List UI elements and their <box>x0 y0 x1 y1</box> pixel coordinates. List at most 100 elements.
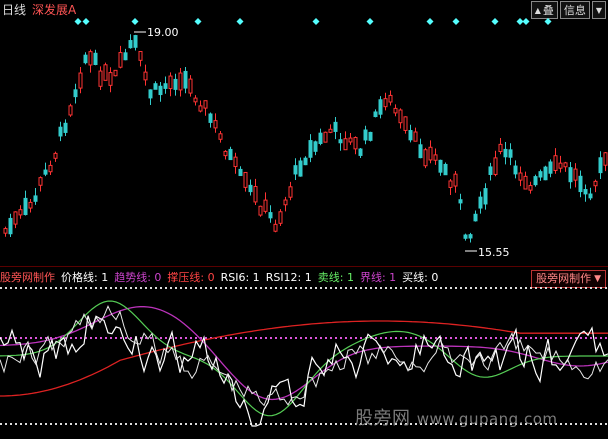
candle <box>403 116 408 134</box>
candle <box>83 52 88 65</box>
low-annotation: 15.55 <box>465 246 510 259</box>
candle <box>188 75 193 97</box>
candle <box>338 132 343 151</box>
watermark-cn: 股旁网 <box>355 408 411 429</box>
candle <box>498 138 503 155</box>
candle <box>598 151 603 180</box>
candle <box>348 133 353 145</box>
candle <box>393 104 398 117</box>
candle <box>468 232 473 243</box>
candle <box>593 179 598 193</box>
signal-diamond <box>544 18 552 25</box>
candle <box>383 92 388 111</box>
candle <box>193 95 198 106</box>
candle <box>233 152 238 174</box>
indicator-legend-item: 价格线: 1 <box>61 271 109 284</box>
candle <box>238 166 243 177</box>
candle <box>518 166 523 187</box>
candle <box>143 64 148 86</box>
candle <box>308 134 313 163</box>
candle <box>268 205 273 223</box>
panel-separator <box>0 266 608 267</box>
candle <box>88 49 93 73</box>
boundary-line <box>0 306 608 401</box>
candle <box>318 128 323 146</box>
candle <box>123 48 128 61</box>
candle <box>13 211 18 229</box>
candle <box>163 76 168 94</box>
candle <box>108 67 113 93</box>
candle <box>558 155 563 173</box>
signal-diamond <box>194 18 202 25</box>
candle <box>538 169 543 181</box>
candle <box>243 171 248 192</box>
candle <box>423 147 428 169</box>
candle <box>313 140 318 156</box>
candle <box>183 67 188 94</box>
candle <box>408 124 413 143</box>
candle <box>198 100 203 113</box>
candle <box>323 131 328 143</box>
candle <box>178 67 183 97</box>
candle <box>303 156 308 166</box>
candle <box>213 113 218 133</box>
candle <box>573 163 578 188</box>
candle <box>478 191 483 214</box>
candle <box>368 131 373 142</box>
candle <box>378 96 383 119</box>
candle <box>153 81 158 90</box>
price-chart[interactable]: 19.00 15.55 <box>0 0 608 266</box>
candle <box>253 178 258 205</box>
candle <box>453 171 458 193</box>
candle <box>488 162 493 181</box>
candle <box>63 119 68 136</box>
indicator-legend-item: 卖线: 1 <box>317 271 354 284</box>
candle <box>548 159 553 178</box>
candle <box>148 89 153 105</box>
candle <box>248 179 253 196</box>
sell-line <box>0 300 608 417</box>
candle <box>218 131 223 143</box>
indicator-legend-item: RSI12: 1 <box>265 270 312 284</box>
candle <box>433 148 438 165</box>
candle <box>158 81 163 102</box>
candle <box>278 209 283 226</box>
candle <box>203 100 208 116</box>
candle <box>228 146 233 161</box>
indicator-legend-item: 买线: 0 <box>402 271 439 284</box>
high-annotation: 19.00 <box>134 26 179 39</box>
candle <box>298 157 303 177</box>
candle <box>43 162 48 177</box>
candle <box>53 151 58 162</box>
signal-diamond <box>131 18 139 25</box>
candle <box>583 184 588 202</box>
candle <box>8 213 13 238</box>
candle <box>513 160 518 179</box>
candle <box>283 196 288 212</box>
signal-diamond <box>522 18 530 25</box>
candle <box>373 109 378 118</box>
candle <box>138 51 143 67</box>
low-price-label: 15.55 <box>478 246 510 259</box>
candle <box>568 161 573 189</box>
signal-diamond <box>74 18 82 25</box>
watermark-url: www.gupang.com <box>416 410 558 428</box>
candle <box>563 161 568 172</box>
candle <box>208 112 213 128</box>
signal-diamond <box>82 18 90 25</box>
candle <box>33 188 38 205</box>
candle <box>333 117 338 140</box>
site-watermark: 股旁网 www.gupang.com <box>355 404 558 430</box>
candle <box>508 143 513 166</box>
indicator-selector-label: 股旁网制作 <box>536 272 592 285</box>
candle <box>223 150 228 160</box>
candle <box>38 176 43 192</box>
candle <box>58 121 63 142</box>
candle <box>528 181 533 194</box>
candle <box>543 165 548 181</box>
candle <box>463 233 468 241</box>
candle <box>23 190 28 216</box>
high-price-label: 19.00 <box>147 26 179 39</box>
candle <box>173 73 178 96</box>
candle <box>133 34 138 51</box>
